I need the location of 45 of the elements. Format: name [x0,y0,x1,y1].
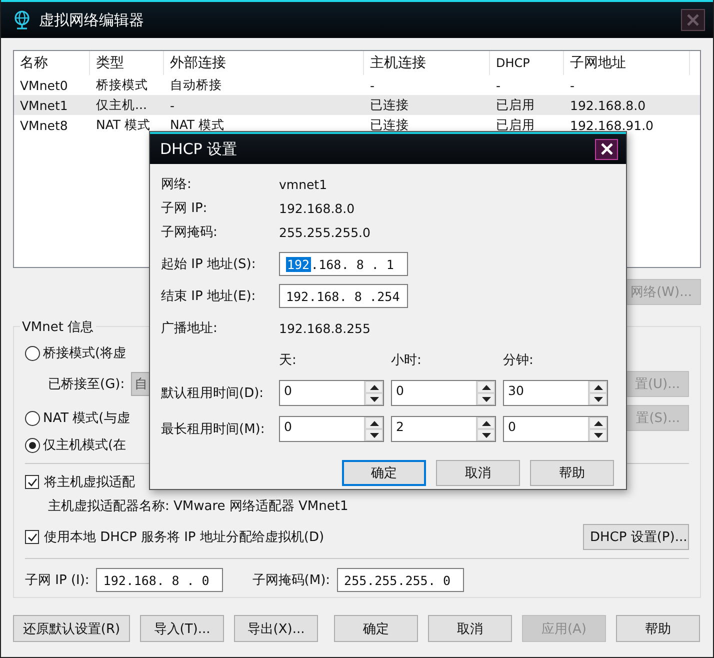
table-cell-text: 192.168.8.0 [569,98,647,112]
table-cell-text: VMnet8 [19,118,69,132]
info-value: 192.168.8.0 [279,200,355,216]
unit-label: 小时: [391,352,422,369]
unit-label: 分钟: [503,352,534,369]
table-cell-text: 已连接 [369,116,410,134]
info-value: vmnet1 [279,176,328,192]
table-cell-text: 已启用 [495,96,536,114]
table-cell-text: - [169,98,176,112]
info-label: 网络: [161,176,192,193]
subnet-ip-label: 子网 IP (I): [25,572,90,589]
group-title: VMnet 信息 [20,318,96,336]
checkbox-label: 使用本地 DHCP 服务将 IP 地址分配给虚拟机(D) [44,529,324,546]
table-cell-text: VMnet0 [19,78,69,92]
table-cell-text: 桥接模式 [95,76,149,94]
radio-label: 桥接模式(将虚 [43,345,126,362]
radio-label: NAT 模式(与虚 [43,410,130,427]
adapter-name-text: 主机虚拟适配器名称: VMware 网络适配器 VMnet1 [48,498,348,515]
lease-label: 最长租用时间(M): [161,421,266,438]
table-cell-text: - [495,78,502,92]
info-label: 子网掩码: [161,224,218,241]
radio-label: 仅主机模式(在 [43,437,126,454]
address-label: 起始 IP 地址(S): [161,256,257,273]
table-cell-text: 已连接 [369,96,410,114]
table-cell-text: 自动桥接 [169,76,223,94]
table-cell-text: 已启用 [495,116,536,134]
dialog-title: DHCP 设置 [160,140,238,158]
unit-label: 天: [279,352,298,369]
info-label: 子网 IP: [161,200,208,217]
table-cell-text: NAT 模式 [95,116,152,134]
subnet-mask-label: 子网掩码(M): [252,572,330,589]
checkbox-label: 将主机虚拟适配 [44,474,135,491]
lease-label: 默认租用时间(D): [161,385,265,402]
table-cell-text: 仅主机... [95,96,148,114]
table-cell-text: NAT 模式 [169,116,226,134]
info-value: 192.168.8.255 [279,320,370,336]
window-title: 虚拟网络编辑器 [39,10,144,30]
table-cell-text: - [569,78,576,92]
table-cell-text: VMnet1 [19,98,69,112]
info-label: 广播地址: [161,320,218,337]
address-label: 结束 IP 地址(E): [161,288,257,305]
table-cell-text: 192.168.91.0 [569,118,654,132]
table-cell-text: - [369,78,376,92]
info-value: 255.255.255.0 [279,224,370,240]
bridged-to-label: 已桥接至(G): [48,376,125,393]
